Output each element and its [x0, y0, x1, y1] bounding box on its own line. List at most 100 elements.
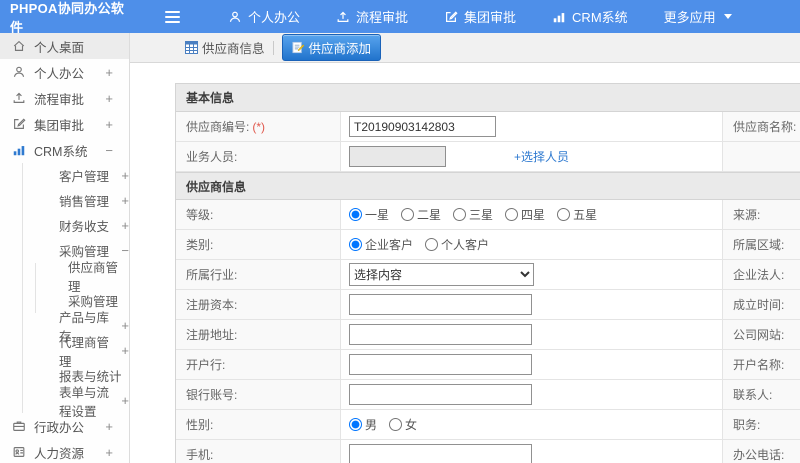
- expand-icon[interactable]: +: [105, 420, 113, 433]
- expand-icon[interactable]: +: [121, 344, 129, 357]
- sidebar-item-supplier-mgmt[interactable]: 供应商管理: [36, 261, 129, 294]
- radio-option[interactable]: 个人客户: [425, 236, 489, 253]
- hr-icon: [13, 447, 25, 457]
- field-label: 公司网站:: [723, 320, 800, 349]
- radio-button[interactable]: [349, 238, 362, 251]
- radio-option[interactable]: 女: [389, 416, 417, 433]
- sidebar-item-personal-desktop[interactable]: 个人桌面: [0, 33, 129, 59]
- briefcase-icon: [13, 421, 25, 431]
- radio-button[interactable]: [389, 418, 403, 431]
- supplier-no-input[interactable]: [349, 116, 496, 137]
- expand-icon[interactable]: +: [105, 66, 113, 79]
- form-row-bank: 开户行: 开户名称:: [176, 350, 800, 380]
- expand-icon[interactable]: +: [121, 319, 129, 332]
- topnav-label: 流程审批: [356, 10, 409, 25]
- field-label: 业务人员:: [176, 142, 341, 171]
- radio-label: 女: [405, 418, 418, 432]
- label-text: 供应商编号:: [186, 120, 250, 134]
- radio-option[interactable]: 一星: [349, 206, 389, 223]
- bank-input[interactable]: [349, 354, 532, 375]
- sidebar-item-agent-mgmt[interactable]: 代理商管理 +: [23, 336, 129, 369]
- topbar: PHPOA协同办公软件 个人办公 流程审批 集团审批 CRM系统 更多应用: [0, 0, 800, 35]
- tab-bar: 供应商信息 供应商添加: [130, 33, 800, 63]
- sidebar-item-finance[interactable]: 财务收支 +: [23, 213, 129, 238]
- form-row-reg-capital: 注册资本: 成立时间:: [176, 290, 800, 320]
- radio-label: 一星: [365, 208, 390, 222]
- sidebar-item-sales-mgmt[interactable]: 销售管理 +: [23, 188, 129, 213]
- label-text: 办公电话:: [733, 448, 785, 462]
- hamburger-menu-icon[interactable]: [165, 10, 180, 23]
- radio-label: 二星: [417, 208, 442, 222]
- mobile-input[interactable]: [349, 444, 532, 463]
- tab-separator: [272, 40, 274, 55]
- sidebar-item-label: CRM系统: [34, 144, 88, 159]
- radio-button[interactable]: [557, 208, 571, 221]
- radio-button[interactable]: [401, 208, 415, 221]
- sidebar-item-label: 供应商管理: [68, 260, 119, 294]
- expand-icon[interactable]: +: [121, 394, 129, 407]
- expand-icon[interactable]: +: [121, 219, 129, 232]
- sidebar-item-workflow-approval[interactable]: 流程审批 +: [0, 85, 129, 111]
- radio-option[interactable]: 二星: [401, 206, 441, 223]
- topnav-crm-system[interactable]: CRM系统: [552, 7, 628, 26]
- tab-supplier-add[interactable]: 供应商添加: [281, 34, 382, 61]
- sidebar-item-personal-office[interactable]: 个人办公 +: [0, 59, 129, 85]
- staff-input[interactable]: [349, 146, 446, 167]
- expand-icon[interactable]: +: [105, 92, 113, 105]
- radio-option[interactable]: 三星: [453, 206, 493, 223]
- field-label: 办公电话:: [723, 440, 800, 463]
- radio-label: 五星: [573, 208, 598, 222]
- user-icon: [13, 66, 25, 77]
- sidebar-item-customer-mgmt[interactable]: 客户管理 +: [23, 163, 129, 188]
- topnav-personal-office[interactable]: 个人办公: [228, 7, 300, 26]
- sidebar-item-label: 个人桌面: [34, 40, 85, 55]
- topnav-more-apps[interactable]: 更多应用: [664, 7, 732, 26]
- required-marker: (*): [252, 119, 266, 134]
- collapse-icon[interactable]: −: [121, 244, 129, 257]
- topnav-workflow-approval[interactable]: 流程审批: [336, 7, 408, 26]
- expand-icon[interactable]: +: [105, 118, 113, 131]
- field-label: 成立时间:: [723, 290, 800, 319]
- category-radio-group: 企业客户 个人客户: [349, 236, 501, 253]
- sidebar-item-label: 表单与流程设置: [59, 385, 110, 419]
- topnav-label: CRM系统: [572, 10, 628, 25]
- sidebar-item-label: 个人办公: [34, 66, 85, 81]
- sidebar-item-group-approval[interactable]: 集团审批 +: [0, 111, 129, 137]
- sidebar-item-label: 财务收支: [59, 220, 110, 234]
- radio-button[interactable]: [425, 238, 439, 251]
- radio-option[interactable]: 企业客户: [349, 236, 413, 253]
- collapse-icon[interactable]: −: [105, 144, 113, 157]
- radio-button[interactable]: [453, 208, 467, 221]
- select-person-link[interactable]: +选择人员: [514, 148, 569, 165]
- form-row-category: 类别: 企业客户 个人客户 所属区域:: [176, 230, 800, 260]
- radio-option[interactable]: 五星: [557, 206, 597, 223]
- label-text: 性别:: [186, 418, 214, 432]
- industry-select[interactable]: 选择内容: [349, 263, 534, 286]
- topnav-label: 集团审批: [464, 10, 517, 25]
- flow-icon: [13, 92, 25, 103]
- radio-button[interactable]: [349, 208, 362, 221]
- reg-address-input[interactable]: [349, 324, 532, 345]
- radio-option[interactable]: 男: [349, 416, 377, 433]
- sidebar-item-crm-system[interactable]: CRM系统 −: [0, 137, 129, 163]
- reg-capital-input[interactable]: [349, 294, 532, 315]
- form-row-staff: 业务人员: +选择人员: [176, 142, 800, 172]
- chart-icon: [553, 12, 565, 22]
- radio-label: 三星: [469, 208, 494, 222]
- sidebar-item-form-flow-settings[interactable]: 表单与流程设置 +: [23, 386, 129, 419]
- radio-button[interactable]: [349, 418, 362, 431]
- user-icon: [229, 11, 241, 22]
- chart-icon: [13, 146, 25, 156]
- expand-icon[interactable]: +: [121, 194, 129, 207]
- topnav-group-approval[interactable]: 集团审批: [444, 7, 516, 26]
- expand-icon[interactable]: +: [105, 446, 113, 459]
- radio-button[interactable]: [505, 208, 519, 221]
- expand-icon[interactable]: +: [121, 169, 129, 182]
- bank-account-input[interactable]: [349, 384, 532, 405]
- radio-option[interactable]: 四星: [505, 206, 545, 223]
- form-row-gender: 性别: 男 女 职务:: [176, 410, 800, 440]
- tab-supplier-info[interactable]: 供应商信息: [185, 38, 265, 57]
- field-cell: 选择内容: [341, 260, 723, 289]
- sidebar-item-hr[interactable]: 人力资源 +: [0, 439, 129, 463]
- label-text: 注册地址:: [186, 328, 238, 342]
